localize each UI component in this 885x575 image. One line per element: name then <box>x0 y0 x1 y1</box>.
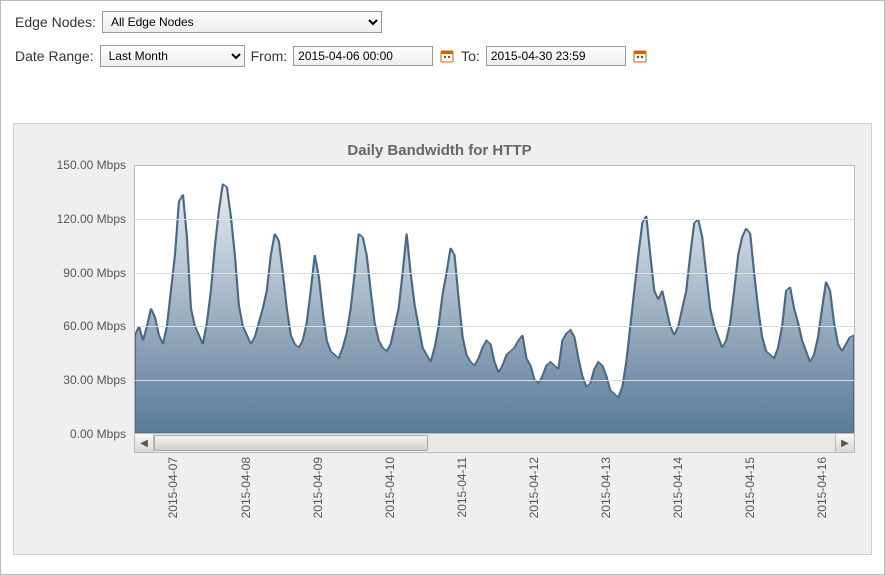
date-range-select[interactable]: Last Month <box>100 45 245 67</box>
x-axis-tick: 2015-04-08 <box>239 457 253 518</box>
scroll-right-arrow[interactable]: ▶ <box>835 434 854 452</box>
y-axis-tick: 120.00 Mbps <box>57 212 126 226</box>
x-axis-tick: 2015-04-09 <box>311 457 325 518</box>
x-axis-tick: 2015-04-10 <box>383 457 397 518</box>
calendar-icon[interactable] <box>439 48 455 64</box>
x-axis-tick: 2015-04-15 <box>743 457 757 518</box>
x-axis-tick: 2015-04-14 <box>671 457 685 518</box>
grid-line <box>135 326 854 327</box>
page-container: { "filters": { "edge_label": "Edge Nodes… <box>0 0 885 575</box>
date-range-row: Date Range: Last Month From: To: <box>15 45 870 67</box>
grid-line <box>135 380 854 381</box>
scroll-track[interactable] <box>154 434 835 452</box>
grid-line <box>135 219 854 220</box>
filters-section: Edge Nodes: All Edge Nodes Date Range: L… <box>1 1 884 95</box>
y-axis-tick: 60.00 Mbps <box>63 319 126 333</box>
edge-nodes-select[interactable]: All Edge Nodes <box>102 11 382 33</box>
chart-title: Daily Bandwidth for HTTP <box>24 142 855 159</box>
edge-nodes-label: Edge Nodes: <box>15 14 96 30</box>
chart-panel: Daily Bandwidth for HTTP 0.00 Mbps 30.00 … <box>13 123 872 555</box>
y-axis: 0.00 Mbps30.00 Mbps60.00 Mbps90.00 Mbps1… <box>24 165 134 434</box>
from-label: From: <box>251 48 288 64</box>
x-axis: 2015-04-07 2015-04-08 2015-04-09 2015-04-10… <box>134 453 855 545</box>
x-axis-tick: 2015-04-07 <box>166 457 180 518</box>
from-date-input[interactable] <box>293 46 433 66</box>
scroll-thumb[interactable] <box>154 435 428 451</box>
y-axis-tick: 0.00 Mbps <box>70 427 126 441</box>
x-axis-tick: 2015-04-11 <box>455 457 469 518</box>
y-axis-tick: 150.00 Mbps <box>57 158 126 172</box>
plot-area[interactable] <box>134 165 855 434</box>
area-chart-svg <box>135 166 854 433</box>
edge-nodes-row: Edge Nodes: All Edge Nodes <box>15 11 870 33</box>
x-axis-tick: 2015-04-12 <box>527 457 541 518</box>
to-date-input[interactable] <box>486 46 626 66</box>
plot-row: 0.00 Mbps30.00 Mbps60.00 Mbps90.00 Mbps1… <box>24 165 855 434</box>
y-axis-tick: 30.00 Mbps <box>63 373 126 387</box>
date-range-label: Date Range: <box>15 48 94 64</box>
grid-line <box>135 273 854 274</box>
to-label: To: <box>461 48 480 64</box>
chart-horizontal-scrollbar[interactable]: ◀ ▶ <box>134 434 855 453</box>
scroll-left-arrow[interactable]: ◀ <box>135 434 154 452</box>
x-axis-tick: 2015-04-13 <box>599 457 613 518</box>
calendar-icon[interactable] <box>632 48 648 64</box>
y-axis-tick: 90.00 Mbps <box>63 266 126 280</box>
chart-body: 0.00 Mbps 30.00 Mbps 60.00 Mbps 90.00 Mbps 1… <box>24 165 855 545</box>
x-axis-tick: 2015-04-16 <box>815 457 829 518</box>
